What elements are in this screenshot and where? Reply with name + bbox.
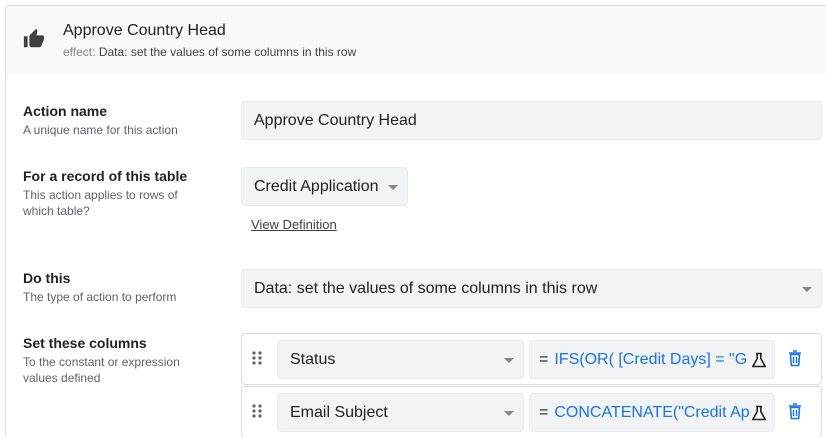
equals-sign: = (539, 404, 549, 421)
do-this-select[interactable]: Data: set the values of some columns in … (241, 269, 822, 308)
flask-icon[interactable] (751, 405, 767, 421)
action-name-description: A unique name for this action (23, 123, 178, 137)
expression-input[interactable]: = CONCATENATE("Credit Ap (529, 393, 775, 432)
chevron-down-icon (504, 358, 514, 363)
drag-handle-icon[interactable] (251, 350, 263, 366)
table-select[interactable]: Credit Application (241, 167, 408, 206)
chevron-down-icon (802, 287, 812, 292)
table-label: For a record of this table (23, 168, 188, 184)
subtitle-text: Data: set the values of some columns in … (98, 45, 357, 59)
action-name-input[interactable]: Approve Country Head (241, 101, 822, 140)
do-this-label-block: Do this The type of action to perform (23, 270, 233, 305)
column-assignment-row: Email Subject = CONCATENATE("Credit Ap (241, 386, 822, 437)
action-name-label: Action name (23, 103, 108, 119)
table-select-value: Credit Application (254, 178, 379, 195)
table-description: This action applies to rows of which tab… (23, 188, 178, 218)
do-this-label: Do this (23, 270, 71, 286)
equals-sign: = (539, 351, 549, 368)
view-definition-link[interactable]: View Definition (251, 217, 337, 232)
set-columns-description: To the constant or expression values def… (23, 355, 180, 385)
action-header: Approve Country Head effect: Data: set t… (6, 6, 826, 74)
chevron-down-icon (504, 411, 514, 416)
action-editor-panel: Approve Country Head effect: Data: set t… (5, 5, 826, 437)
action-title: Approve Country Head (63, 22, 226, 39)
expression-text: CONCATENATE("Credit Ap (554, 404, 750, 421)
column-assignment-row: Status = IFS(OR( [Credit Days] = "G (241, 333, 822, 385)
subtitle-prefix: effect: (63, 45, 96, 59)
table-label-block: For a record of this table This action a… (23, 168, 233, 219)
column-select[interactable]: Status (277, 340, 524, 379)
expression-text: IFS(OR( [Credit Days] = "G (554, 351, 748, 368)
thumbs-up-icon (23, 28, 45, 48)
delete-icon[interactable] (788, 350, 802, 367)
do-this-description: The type of action to perform (23, 290, 177, 304)
do-this-select-value: Data: set the values of some columns in … (254, 280, 598, 297)
set-columns-label-block: Set these columns To the constant or exp… (23, 335, 233, 386)
column-select-value: Status (290, 351, 336, 368)
expression-input[interactable]: = IFS(OR( [Credit Days] = "G (529, 340, 775, 379)
flask-icon[interactable] (751, 352, 767, 368)
action-name-label-block: Action name A unique name for this actio… (23, 103, 233, 138)
delete-icon[interactable] (788, 403, 802, 420)
chevron-down-icon (388, 185, 398, 190)
action-subtitle: effect: Data: set the values of some col… (63, 45, 356, 59)
column-select-value: Email Subject (290, 404, 388, 421)
drag-handle-icon[interactable] (251, 403, 263, 419)
column-select[interactable]: Email Subject (277, 393, 524, 432)
set-columns-label: Set these columns (23, 335, 147, 351)
